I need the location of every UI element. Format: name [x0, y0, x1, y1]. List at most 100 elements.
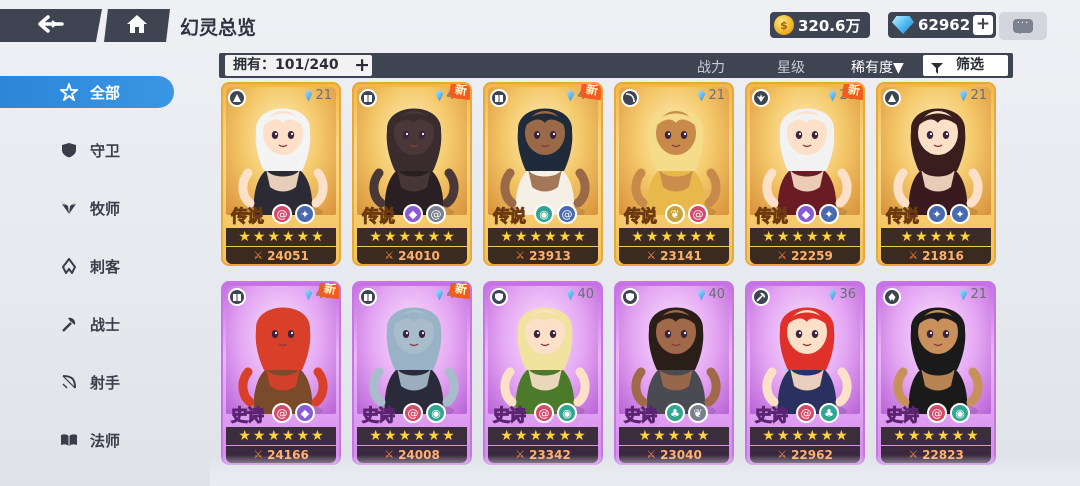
star-icon: ★ — [776, 229, 790, 245]
buy-gems-plus-icon[interactable]: + — [973, 15, 993, 35]
sort-by-star[interactable]: 星级 — [777, 57, 805, 77]
filter-button[interactable]: 筛选 — [923, 55, 1008, 76]
hero-card[interactable]: 21 传说 ❦ @ ★ ★ ★ ★ ★ ★ ⚔ 23141 — [614, 82, 734, 266]
rarity-row: 传说 @ ✦ — [227, 200, 335, 228]
hero-level: 36 — [828, 287, 856, 302]
home-icon — [126, 14, 148, 38]
star-icon: ★ — [500, 428, 513, 444]
hero-portrait: 40 — [619, 286, 729, 414]
star-icon: ★ — [238, 428, 251, 444]
gold-counter[interactable]: $ 320.6万 — [770, 12, 870, 38]
star-icon: ★ — [682, 428, 695, 444]
hero-card[interactable]: 40 新 史诗 @ ◆ ★★★★★★ ⚔ 24166 — [221, 281, 341, 465]
swirl-icon: @ — [534, 403, 554, 423]
rarity-label: 史诗 — [755, 405, 789, 426]
hero-portrait-art — [762, 108, 852, 215]
rarity-row: 传说 ✦ ✦ — [882, 200, 990, 228]
star-icon: ★ — [311, 229, 324, 245]
sidebar-item-label: 牧师 — [90, 199, 121, 218]
star-icon: ★ — [267, 428, 280, 444]
sort-by-rarity[interactable]: 稀有度▼ — [851, 57, 904, 77]
shield-icon — [490, 288, 508, 306]
sidebar-item-mage[interactable]: 法师 — [0, 424, 174, 456]
star-icon: ★ — [820, 428, 834, 444]
level-gem-icon — [304, 89, 313, 102]
star-rating: ★ ★ ★ ★ ★ ★ — [750, 427, 860, 445]
sidebar-item-all[interactable]: 全部 — [0, 76, 174, 108]
hero-power: ⚔ 23141 — [619, 247, 729, 264]
star-rating: ★ ★ ★ ★ ★ — [619, 427, 729, 445]
new-badge: 新 — [448, 283, 470, 300]
hero-card[interactable]: 40 新 史诗 @ ◉ ★★★★★★ ⚔ 24008 — [352, 281, 472, 465]
star-icon: ★ — [383, 229, 397, 245]
hero-card[interactable]: 36 史诗 @ ♣ ★★★★★★ ⚔ 22962 — [745, 281, 865, 465]
rarity-row: 传说 ◆ ✦ — [751, 200, 859, 228]
gem-counter[interactable]: 62962 + — [888, 12, 996, 38]
star-icon: ★ — [442, 428, 455, 444]
owned-count: 拥有：101/240 + — [225, 55, 372, 76]
sidebar-item-guard[interactable]: 守卫 — [0, 134, 174, 166]
hero-card[interactable]: 40 新 传说 ◉ @ ★★★★★★ ⚔ 23913 — [483, 82, 603, 266]
hero-card[interactable]: 40 史诗 @ ◉ ★★★★★★ ⚔ 23342 — [483, 281, 603, 465]
star-icon: ★ — [296, 229, 310, 245]
rarity-label: 传说 — [624, 206, 658, 227]
star-icon: ★ — [660, 229, 673, 245]
star-icon: ★ — [958, 229, 972, 245]
star-icon: ★ — [238, 229, 251, 245]
diamond-icon: ◆ — [295, 403, 315, 423]
hero-portrait-art — [631, 108, 721, 215]
star-rating: ★ ★ ★ ★ ★ ★ — [357, 427, 467, 445]
star-icon: ★ — [311, 428, 324, 444]
star-icon: ★ — [398, 428, 411, 444]
swirl-icon: @ — [927, 403, 947, 423]
mage-icon — [883, 89, 901, 107]
hero-power: ⚔ 21816 — [881, 247, 991, 264]
star-icon: ★ — [944, 229, 957, 245]
wings-icon: ❦ — [688, 403, 708, 423]
eye-icon: ◉ — [557, 403, 577, 423]
rarity-row: 史诗 @ ◉ — [882, 399, 990, 427]
level-gem-icon — [435, 89, 444, 102]
star-icon: ★ — [413, 229, 426, 245]
sidebar-item-assassin[interactable]: 刺客 — [0, 250, 174, 282]
rarity-label: 史诗 — [886, 405, 920, 426]
sidebar-item-priest[interactable]: 牧师 — [0, 192, 174, 224]
star-icon: ★ — [514, 229, 528, 245]
hero-level: 21 — [959, 287, 987, 302]
gem-amount: 62962 — [918, 16, 971, 34]
sort-by-power[interactable]: 战力 — [697, 57, 725, 77]
star-icon: ★ — [653, 428, 666, 444]
level-gem-icon — [828, 89, 837, 102]
hero-card[interactable]: 21 传说 ✦ ✦ ★ ★ ★ ★ ★ ⚔ 21816 — [876, 82, 996, 266]
back-button[interactable] — [0, 9, 102, 42]
level-gem-icon — [435, 288, 444, 301]
sidebar-item-label: 守卫 — [90, 141, 121, 160]
sidebar-item-label: 刺客 — [90, 257, 121, 276]
hero-level-value: 40 — [708, 287, 725, 302]
hero-card[interactable]: 40 新 传说 ◆ @ ★★★★★★ ⚔ 24010 — [352, 82, 472, 266]
rarity-row: 传说 ◆ @ — [358, 200, 466, 228]
rarity-row: 史诗 @ ♣ — [751, 399, 859, 427]
expand-slots-plus-icon[interactable]: + — [354, 55, 370, 75]
star-icon: ★ — [296, 428, 310, 444]
sidebar-item-warrior[interactable]: 战士 — [0, 308, 174, 340]
rarity-label: 史诗 — [493, 405, 527, 426]
chat-button[interactable]: ··· — [999, 12, 1047, 40]
home-button[interactable] — [104, 9, 170, 42]
hero-portrait-art — [238, 307, 328, 414]
hero-card[interactable]: 23 新 传说 ◆ ✦ ★★★★★★ ⚔ 22259 — [745, 82, 865, 266]
star-icon: ★ — [529, 229, 542, 245]
crossed-swords-icon: ⚔ — [646, 249, 657, 262]
star-icon: ★ — [544, 428, 557, 444]
rarity-row: 传说 ◉ @ — [489, 200, 597, 228]
star-icon: ★ — [252, 229, 266, 245]
hero-card[interactable]: 21 传说 @ ✦ ★ ★ ★ ★ ★ ★ ⚔ 24051 — [221, 82, 341, 266]
star-icon: ★ — [427, 428, 441, 444]
hero-level-value: 21 — [970, 287, 987, 302]
hero-card[interactable]: 21 史诗 @ ◉ ★★★★★★ ⚔ 22823 — [876, 281, 996, 465]
axe-icon — [752, 288, 770, 306]
new-badge: 新 — [448, 84, 470, 101]
gem-icon — [892, 16, 914, 34]
sidebar-item-archer[interactable]: 射手 — [0, 366, 174, 398]
hero-card[interactable]: 40 史诗 ♣ ❦ ★★★★★ ⚔ 23040 — [614, 281, 734, 465]
